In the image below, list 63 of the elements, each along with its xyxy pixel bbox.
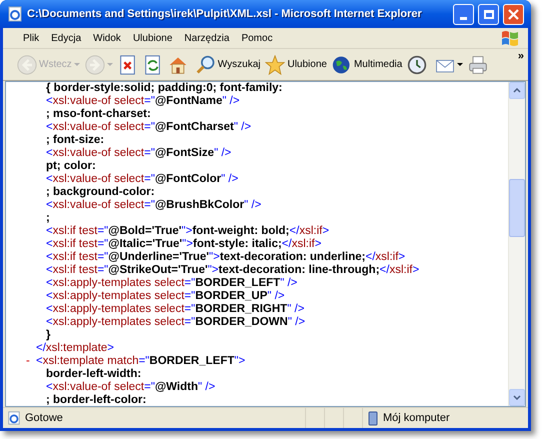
clock-icon [407,54,428,74]
close-button[interactable] [503,4,524,24]
status-text: Gotowe [25,410,63,426]
code-line: <xsl:if test="@Italic='True'">font-style: italic;</xsl:if> [46,238,322,251]
menu-item[interactable]: Plik [17,30,46,46]
toolbar-button[interactable]: Ulubione [263,50,329,78]
code-line: <xsl:apply-templates select="BORDER_LEFT" /> [46,277,298,290]
stop-page-icon [118,54,138,74]
page-icon [7,411,21,425]
menu-item[interactable]: Edycja [45,30,88,46]
minimize-button[interactable] [453,4,474,24]
code-line: <xsl:value-of select="@FontCharset" /> [46,121,252,134]
code-line: <xsl:if test="@StrikeOut='True'">text-decoration: line-through;</xsl:if> [46,264,420,277]
toolbar-button[interactable]: Multimedia [330,50,404,78]
vertical-scrollbar[interactable] [508,82,525,406]
code-line: <xsl:value-of select="@BrushBkColor" /> [46,199,262,212]
code-line: <xsl:value-of select="@FontName" /> [46,95,240,108]
chevron-up-icon [513,88,521,93]
code-line: <xsl:value-of select="@FontColor" /> [46,173,238,186]
printer-icon [468,54,488,74]
code-line: pt; color: [46,160,96,173]
code-line: <xsl:apply-templates select="BORDER_UP" /> [46,290,285,303]
windows-logo-icon [500,29,520,49]
star-icon [265,54,286,74]
maximize-button[interactable] [478,4,499,24]
toolbar-overflow-button[interactable]: » [518,51,524,62]
code-line: <xsl:value-of select="@Width" /> [46,381,216,394]
code-line: ; mso-font-charset: [46,108,151,121]
minimize-icon [460,16,467,20]
code-line: <xsl:apply-templates select="BORDER_RIGHT" /> [46,303,304,316]
collapse-toggle[interactable]: - [26,355,30,367]
page-icon [7,6,23,22]
close-icon [508,8,519,20]
globe-icon [332,54,352,74]
code-line: ; [46,212,50,225]
toolbar-button[interactable]: Wyszukaj [194,50,262,78]
code-line: <xsl:if test="@Bold='True'">font-weight: bold;</xsl:if> [46,225,330,238]
code-line: border-left-width: [46,368,142,381]
code-line: <xsl:value-of select="@FontSize" /> [46,147,232,160]
code-line: ; font-size: [46,134,104,147]
code-line: { border-style:solid; padding:0; font-family: [46,82,282,95]
scroll-thumb[interactable] [509,179,525,237]
scroll-up-button[interactable] [509,82,525,99]
code-line: } [46,329,50,342]
scroll-down-button[interactable] [509,389,525,406]
chevron-down-icon [513,395,521,400]
code-line: </xsl:template> [36,342,114,355]
security-zone-text: Mój komputer [383,410,450,426]
code-line: <xsl:apply-templates select="BORDER_DOWN" /> [46,316,306,329]
code-line: <xsl:if test="@Underline='True'">text-decoration: underline;</xsl:if> [46,251,406,264]
computer-icon [367,410,379,426]
menu-item[interactable]: Pomoc [235,30,279,46]
window-title: C:\Documents and Settings\irek\Pulpit\XML.xsl - Microsoft Internet Explorer [27,6,423,22]
home-icon [168,54,188,74]
menu-item[interactable]: Narzędzia [178,30,236,46]
code-line: ; background-color: [46,186,155,199]
refresh-icon [142,54,163,74]
maximize-icon [484,10,494,18]
code-line: <xsl:template match="BORDER_LEFT"> [36,355,246,368]
code-line: ; border-left-color: [46,394,146,406]
menu-item[interactable]: Widok [87,30,127,46]
search-icon [196,54,216,74]
menu-item[interactable]: Ulubione [126,30,178,46]
